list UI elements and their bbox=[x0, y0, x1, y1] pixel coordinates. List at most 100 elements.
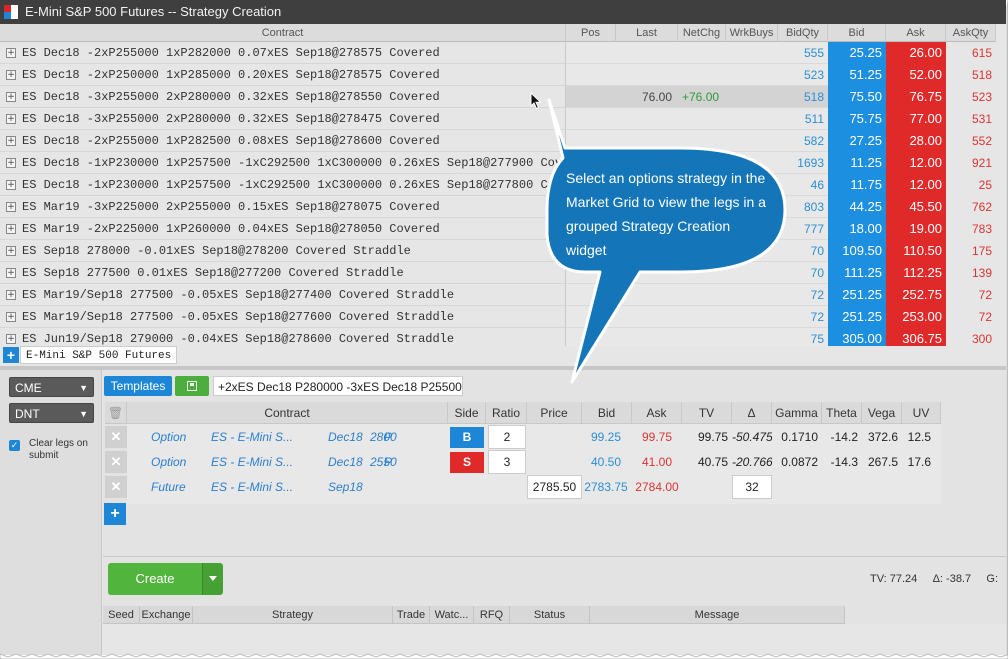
expand-row-icon[interactable]: + bbox=[6, 135, 16, 146]
leg-delta-field[interactable]: 32 bbox=[732, 475, 772, 499]
leg-expiry[interactable]: Sep18 bbox=[328, 475, 366, 500]
grid-askqty-cell[interactable]: 783 bbox=[946, 218, 996, 240]
grid-ask-cell[interactable]: 12.00 bbox=[886, 174, 946, 196]
grid-row[interactable]: + ES Mar19/Sep18 277500 -0.05xES Sep18@27… bbox=[0, 306, 1006, 328]
grid-bidqty-cell[interactable]: 777 bbox=[778, 218, 828, 240]
grid-bid-cell[interactable]: 44.25 bbox=[828, 196, 886, 218]
leg-product[interactable]: ES - E-Mini S... bbox=[211, 425, 293, 450]
orders-header-exchange[interactable]: Exchange bbox=[140, 606, 193, 624]
legs-header-contract[interactable]: Contract bbox=[127, 402, 448, 424]
grid-contract-cell[interactable]: + ES Dec18 -1xP230000 1xP257500 -1xC29250… bbox=[0, 174, 566, 196]
grid-contract-cell[interactable]: + ES Mar19 -2xP225000 1xP260000 0.04xES S… bbox=[0, 218, 566, 240]
column-header-bid[interactable]: Bid bbox=[828, 24, 886, 42]
leg-put-call[interactable] bbox=[384, 475, 398, 500]
expand-row-icon[interactable]: + bbox=[6, 47, 16, 58]
grid-contract-cell[interactable]: + ES Dec18 -3xP255000 2xP280000 0.32xES S… bbox=[0, 86, 566, 108]
grid-ask-cell[interactable]: 19.00 bbox=[886, 218, 946, 240]
grid-last-cell[interactable] bbox=[616, 262, 678, 284]
orders-header-strategy[interactable]: Strategy bbox=[193, 606, 393, 624]
grid-bidqty-cell[interactable]: 46 bbox=[778, 174, 828, 196]
tab-emini-sp500[interactable]: E-Mini S&P 500 Futures bbox=[20, 346, 178, 364]
grid-row[interactable]: + ES Sep18 277500 0.01xES Sep18@277200 Co… bbox=[0, 262, 1006, 284]
grid-row[interactable]: + ES Mar19 -3xP225000 2xP255000 0.15xES S… bbox=[0, 196, 1006, 218]
exchange-select[interactable]: CME ▼ bbox=[9, 377, 94, 397]
leg-type[interactable]: Option bbox=[151, 450, 209, 475]
grid-bidqty-cell[interactable]: 518 bbox=[778, 86, 828, 108]
legs-header-vega[interactable]: Vega bbox=[862, 402, 902, 424]
grid-ask-cell[interactable]: 26.00 bbox=[886, 42, 946, 64]
expand-row-icon[interactable]: + bbox=[6, 311, 16, 322]
grid-askqty-cell[interactable]: 139 bbox=[946, 262, 996, 284]
grid-bidqty-cell[interactable]: 803 bbox=[778, 196, 828, 218]
delete-legs-header[interactable]: 🗑 bbox=[105, 402, 127, 424]
grid-contract-cell[interactable]: + ES Mar19 -3xP225000 2xP255000 0.15xES S… bbox=[0, 196, 566, 218]
grid-bid-cell[interactable]: 51.25 bbox=[828, 64, 886, 86]
orders-header-status[interactable]: Status bbox=[510, 606, 590, 624]
add-leg-button[interactable]: + bbox=[104, 503, 126, 525]
legs-header-tv[interactable]: TV bbox=[682, 402, 732, 424]
legs-header-gamma[interactable]: Gamma bbox=[772, 402, 822, 424]
grid-netchg-cell[interactable] bbox=[678, 64, 726, 86]
grid-ask-cell[interactable]: 28.00 bbox=[886, 130, 946, 152]
grid-row[interactable]: + ES Jun19/Sep18 279000 -0.04xES Sep18@27… bbox=[0, 328, 1006, 346]
grid-row[interactable]: + ES Dec18 -2xP255000 1xP282500 0.08xES S… bbox=[0, 130, 1006, 152]
grid-askqty-cell[interactable]: 25 bbox=[946, 174, 996, 196]
expand-row-icon[interactable]: + bbox=[6, 113, 16, 124]
grid-ask-cell[interactable]: 76.75 bbox=[886, 86, 946, 108]
leg-put-call[interactable]: P bbox=[384, 450, 398, 475]
leg-type[interactable]: Option bbox=[151, 425, 209, 450]
grid-askqty-cell[interactable]: 72 bbox=[946, 306, 996, 328]
grid-last-cell[interactable] bbox=[616, 64, 678, 86]
leg-product[interactable]: ES - E-Mini S... bbox=[211, 450, 293, 475]
grid-ask-cell[interactable]: 110.50 bbox=[886, 240, 946, 262]
grid-contract-cell[interactable]: + ES Sep18 277500 0.01xES Sep18@277200 Co… bbox=[0, 262, 566, 284]
expand-row-icon[interactable]: + bbox=[6, 333, 16, 344]
grid-bid-cell[interactable]: 75.50 bbox=[828, 86, 886, 108]
grid-last-cell[interactable] bbox=[616, 328, 678, 346]
grid-bid-cell[interactable]: 251.25 bbox=[828, 306, 886, 328]
expand-row-icon[interactable]: + bbox=[6, 245, 16, 256]
grid-bidqty-cell[interactable]: 511 bbox=[778, 108, 828, 130]
grid-bid-cell[interactable]: 109.50 bbox=[828, 240, 886, 262]
grid-bidqty-cell[interactable]: 523 bbox=[778, 64, 828, 86]
expand-row-icon[interactable]: + bbox=[6, 289, 16, 300]
grid-netchg-cell[interactable] bbox=[678, 108, 726, 130]
expand-row-icon[interactable]: + bbox=[6, 267, 16, 278]
grid-bid-cell[interactable]: 111.25 bbox=[828, 262, 886, 284]
orders-header-seed[interactable]: Seed bbox=[103, 606, 140, 624]
grid-row[interactable]: + ES Dec18 -2xP255000 1xP282000 0.07xES S… bbox=[0, 42, 1006, 64]
leg-put-call[interactable]: P bbox=[384, 425, 398, 450]
grid-bidqty-cell[interactable]: 75 bbox=[778, 328, 828, 346]
grid-contract-cell[interactable]: + ES Sep18 278000 -0.01xES Sep18@278200 C… bbox=[0, 240, 566, 262]
grid-netchg-cell[interactable] bbox=[678, 42, 726, 64]
grid-bidqty-cell[interactable]: 70 bbox=[778, 262, 828, 284]
grid-askqty-cell[interactable]: 921 bbox=[946, 152, 996, 174]
legs-header-side[interactable]: Side bbox=[448, 402, 486, 424]
leg-product[interactable]: ES - E-Mini S... bbox=[211, 475, 293, 500]
strategy-type-select[interactable]: DNT ▼ bbox=[9, 403, 94, 423]
grid-netchg-cell[interactable] bbox=[678, 284, 726, 306]
grid-row[interactable]: + ES Dec18 -3xP255000 2xP280000 0.32xES S… bbox=[0, 86, 1006, 108]
grid-askqty-cell[interactable]: 552 bbox=[946, 130, 996, 152]
column-header-netchg[interactable]: NetChg bbox=[678, 24, 726, 42]
grid-last-cell[interactable]: 76.00 bbox=[616, 86, 678, 108]
grid-last-cell[interactable] bbox=[616, 42, 678, 64]
leg-ratio-field[interactable]: 3 bbox=[488, 450, 526, 474]
grid-netchg-cell[interactable] bbox=[678, 130, 726, 152]
grid-ask-cell[interactable]: 253.00 bbox=[886, 306, 946, 328]
grid-row[interactable]: + ES Dec18 -1xP230000 1xP257500 -1xC29250… bbox=[0, 152, 1006, 174]
orders-header-trade[interactable]: Trade bbox=[393, 606, 430, 624]
grid-netchg-cell[interactable] bbox=[678, 328, 726, 346]
legs-header-uv[interactable]: UV bbox=[902, 402, 941, 424]
grid-bid-cell[interactable]: 11.75 bbox=[828, 174, 886, 196]
leg-ratio-field[interactable]: 2 bbox=[488, 425, 526, 449]
grid-row[interactable]: + ES Dec18 -1xP230000 1xP257500 -1xC29250… bbox=[0, 174, 1006, 196]
strategy-name-field[interactable]: +2xES Dec18 P280000 -3xES Dec18 P25500 bbox=[213, 376, 463, 396]
grid-contract-cell[interactable]: + ES Dec18 -1xP230000 1xP257500 -1xC29250… bbox=[0, 152, 566, 174]
leg-expiry[interactable]: Dec18 bbox=[328, 450, 366, 475]
grid-bid-cell[interactable]: 251.25 bbox=[828, 284, 886, 306]
grid-ask-cell[interactable]: 252.75 bbox=[886, 284, 946, 306]
grid-askqty-cell[interactable]: 72 bbox=[946, 284, 996, 306]
grid-bid-cell[interactable]: 27.25 bbox=[828, 130, 886, 152]
save-button[interactable] bbox=[175, 376, 209, 396]
